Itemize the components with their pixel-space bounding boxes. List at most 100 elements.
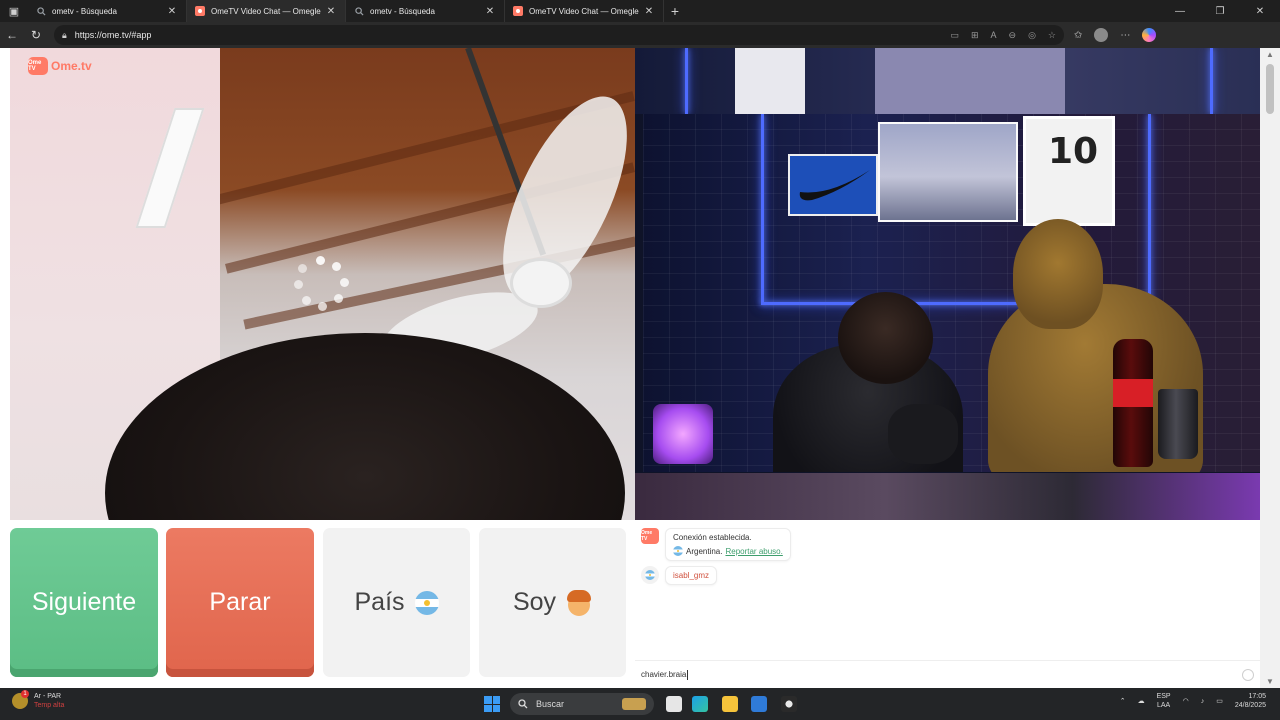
jersey-number: 10 bbox=[1048, 131, 1099, 172]
zoom-icon[interactable]: ⊖ bbox=[1009, 30, 1017, 41]
scroll-down-icon[interactable]: ▼ bbox=[1260, 677, 1280, 686]
more-menu-icon[interactable]: ⋯ bbox=[1120, 30, 1130, 41]
tray-chevron-icon[interactable]: ⌃ bbox=[1120, 697, 1126, 705]
remote-video-inset: 10 bbox=[643, 114, 1260, 472]
tab-4-title: OmeTV Video Chat — Omegle bbox=[529, 6, 639, 16]
address-bar[interactable]: 🔒︎ https://ome.tv/#app ▭ ⊞ A ⊖ ◎ ☆ bbox=[54, 25, 1064, 45]
system-message: Conexión establecida. Argentina. Reporta… bbox=[665, 528, 791, 561]
copilot-icon[interactable] bbox=[1142, 28, 1157, 42]
next-button-label: Siguiente bbox=[31, 588, 137, 616]
wifi-icon[interactable]: ◠ bbox=[1183, 697, 1189, 705]
clock[interactable]: 17:05 24/8/2025 bbox=[1235, 692, 1266, 710]
neon-strip bbox=[761, 114, 764, 304]
store-icon[interactable] bbox=[751, 696, 767, 712]
emoji-icon[interactable] bbox=[1242, 668, 1254, 681]
text-cursor bbox=[687, 669, 689, 680]
country-button-label: País bbox=[354, 588, 405, 616]
onedrive-icon[interactable]: ☁ bbox=[1138, 697, 1145, 705]
remote-backdrop-bottom bbox=[635, 473, 1260, 520]
fan-hub bbox=[510, 258, 572, 308]
search-highlight-image bbox=[622, 698, 646, 710]
refresh-icon[interactable]: ↻ bbox=[24, 28, 48, 42]
tracking-icon[interactable]: ◎ bbox=[1028, 30, 1036, 41]
weather-line2: Temp alta bbox=[34, 702, 65, 709]
clock-date: 24/8/2025 bbox=[1234, 702, 1266, 709]
tab-2-title: OmeTV Video Chat — Omegle bbox=[211, 6, 321, 16]
gender-button-label: Soy bbox=[512, 588, 557, 616]
back-icon[interactable]: ← bbox=[0, 28, 24, 42]
favorites-icon[interactable]: ✩ bbox=[1074, 30, 1082, 41]
close-icon[interactable]: ✕ bbox=[325, 6, 337, 17]
scroll-up-icon[interactable]: ▲ bbox=[1260, 50, 1280, 59]
edge-icon[interactable] bbox=[692, 696, 708, 712]
file-explorer-icon[interactable] bbox=[722, 696, 738, 712]
battery-icon[interactable]: ▭ bbox=[1216, 697, 1223, 705]
restore-icon[interactable]: ❐ bbox=[1200, 0, 1240, 22]
partner-message: isabl_gmz bbox=[665, 566, 718, 585]
neon-strip bbox=[1210, 48, 1213, 114]
favorite-star-icon[interactable]: ☆ bbox=[1048, 30, 1056, 41]
chat-input[interactable]: chavier.braia bbox=[635, 660, 1260, 688]
search-icon bbox=[354, 6, 364, 16]
clock-time: 17:05 bbox=[1248, 693, 1266, 700]
neon-strip bbox=[1148, 114, 1151, 304]
stop-button[interactable]: Parar bbox=[166, 528, 314, 677]
apps-icon[interactable]: ⊞ bbox=[971, 30, 979, 41]
minimize-icon[interactable]: — bbox=[1160, 0, 1200, 22]
new-tab-button[interactable]: + bbox=[664, 0, 686, 22]
gender-button[interactable]: Soy bbox=[479, 528, 626, 677]
logo-text: Ome.tv bbox=[51, 59, 92, 73]
profile-avatar[interactable] bbox=[1094, 28, 1109, 42]
window-close-icon[interactable]: ✕ bbox=[1240, 0, 1280, 22]
windows-start-icon[interactable] bbox=[484, 696, 500, 712]
country-button[interactable]: País bbox=[323, 528, 470, 677]
close-icon[interactable]: ✕ bbox=[643, 6, 655, 17]
language-indicator[interactable]: ESP LAA bbox=[1157, 692, 1171, 710]
logo-badge: Ome TV bbox=[28, 57, 48, 75]
person-right-hood bbox=[1013, 219, 1103, 329]
address-bar-row: ← ↻ 🔒︎ https://ome.tv/#app ▭ ⊞ A ⊖ ◎ ☆ ✩… bbox=[0, 22, 1280, 48]
microphone bbox=[888, 404, 958, 464]
taskbar: 1 Ar - PAR Temp alta Buscar ⌃ ☁ ESP LAA … bbox=[0, 688, 1280, 720]
tab-4[interactable]: OmeTV Video Chat — Omegle ✕ bbox=[505, 0, 664, 22]
argentina-flag-icon bbox=[414, 590, 439, 615]
partner-country: Argentina. bbox=[686, 546, 723, 556]
tab-2[interactable]: OmeTV Video Chat — Omegle ✕ bbox=[187, 0, 346, 22]
weather-widget[interactable]: 1 Ar - PAR Temp alta bbox=[12, 690, 65, 710]
site-info-icon[interactable]: 🔒︎ bbox=[62, 30, 67, 41]
partner-flag-avatar bbox=[641, 566, 659, 584]
page-scrollbar[interactable]: ▲ ▼ bbox=[1260, 48, 1280, 688]
translate-icon[interactable]: A bbox=[991, 30, 997, 41]
tab-actions-button[interactable]: ▣ bbox=[0, 0, 28, 22]
task-view-icon[interactable] bbox=[666, 696, 682, 712]
poster-frame bbox=[875, 48, 1065, 114]
search-icon bbox=[36, 6, 46, 16]
system-tray: ⌃ ☁ ESP LAA ◠ ♪ ▭ 17:05 24/8/2025 bbox=[1120, 692, 1266, 710]
lang-code: ESP bbox=[1156, 693, 1171, 700]
close-icon[interactable]: ✕ bbox=[166, 6, 178, 17]
system-message-row: Ome TV Conexión establecida. Argentina. … bbox=[641, 528, 791, 561]
app-icon[interactable] bbox=[781, 696, 797, 712]
scrollbar-thumb[interactable] bbox=[1266, 64, 1274, 114]
next-button[interactable]: Siguiente bbox=[10, 528, 158, 677]
argentina-flag-icon bbox=[645, 570, 655, 580]
ometv-chat-logo-icon: Ome TV bbox=[641, 528, 659, 544]
close-icon[interactable]: ✕ bbox=[484, 6, 496, 17]
tumbler-cup bbox=[1158, 389, 1198, 459]
search-placeholder: Buscar bbox=[536, 699, 565, 709]
tab-3[interactable]: ometv - Búsqueda ✕ bbox=[346, 0, 505, 22]
chat-panel: Ome TV Conexión establecida. Argentina. … bbox=[635, 520, 1260, 688]
url-text: https://ome.tv/#app bbox=[74, 30, 152, 40]
taskbar-search[interactable]: Buscar bbox=[510, 693, 654, 715]
report-abuse-link[interactable]: Reportar abuso. bbox=[725, 547, 782, 556]
tab-1[interactable]: ometv - Búsqueda ✕ bbox=[28, 0, 187, 22]
soda-bottle bbox=[1113, 339, 1153, 467]
jersey-frame bbox=[735, 48, 805, 114]
connection-text: Conexión establecida. bbox=[673, 533, 752, 542]
ometv-record-icon bbox=[513, 6, 523, 16]
camera-in-use-icon[interactable]: ▭ bbox=[950, 30, 959, 41]
boy-emoji-icon bbox=[566, 589, 592, 616]
chat-input-value: chavier.braia bbox=[641, 669, 687, 679]
volume-icon[interactable]: ♪ bbox=[1201, 698, 1205, 705]
ometv-logo[interactable]: Ome TV Ome.tv bbox=[28, 57, 92, 75]
